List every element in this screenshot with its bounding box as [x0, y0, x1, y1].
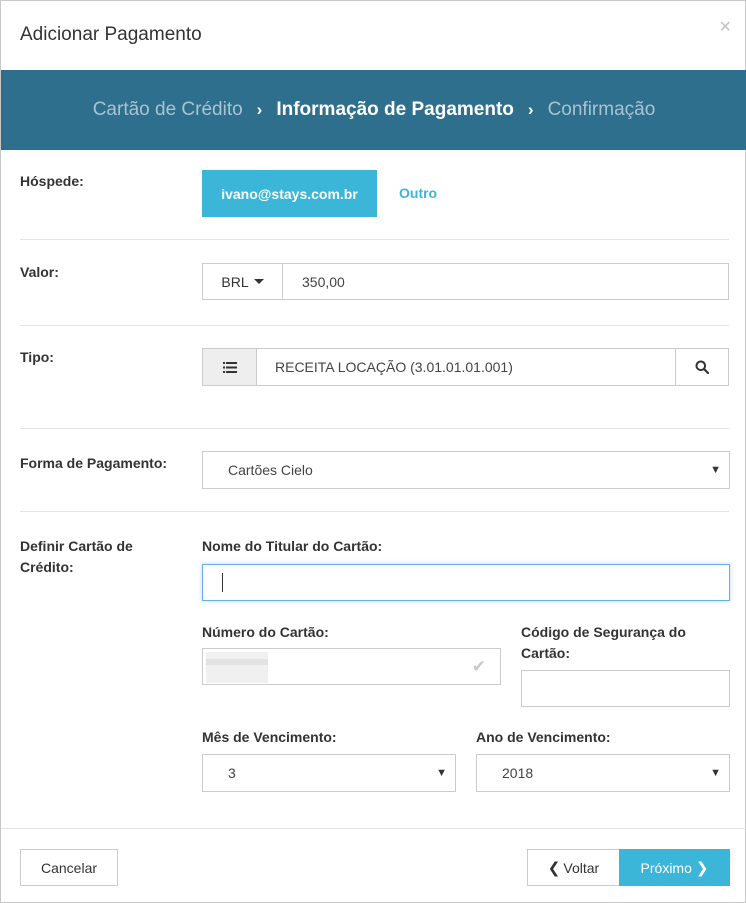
expiry-month-value: 3: [228, 765, 236, 781]
guest-label: Hóspede:: [20, 173, 84, 189]
list-icon[interactable]: [202, 348, 257, 386]
dropdown-arrow-icon: ▼: [710, 767, 721, 779]
holder-name-label: Nome do Titular do Cartão:: [202, 538, 383, 554]
type-value: RECEITA LOCAÇÃO (3.01.01.01.001): [275, 359, 513, 375]
expiry-month-label: Mês de Vencimento:: [202, 729, 337, 745]
payment-modal: Adicionar Pagamento × Cartão de Crédito …: [0, 0, 746, 903]
step-credit-card: Cartão de Crédito: [92, 99, 243, 120]
next-label: Próximo: [640, 859, 692, 876]
expiry-year-label: Ano de Vencimento:: [476, 729, 611, 745]
guest-email-button[interactable]: ivano@stays.com.br: [202, 170, 377, 217]
divider: [20, 325, 729, 326]
search-icon: [695, 360, 709, 374]
close-icon[interactable]: ×: [719, 17, 731, 37]
modal-header: Adicionar Pagamento ×: [1, 1, 746, 70]
expiry-year-value: 2018: [502, 765, 534, 781]
footer-divider: [1, 828, 746, 829]
text-cursor: [222, 573, 223, 592]
step-confirmation: Confirmação: [547, 99, 656, 120]
type-label: Tipo:: [20, 349, 54, 365]
dropdown-arrow-icon: ▼: [436, 767, 447, 779]
chevron-left-icon: ❮: [547, 859, 561, 877]
check-icon: ✔: [471, 657, 486, 676]
cancel-label: Cancelar: [40, 859, 98, 876]
card-number-input[interactable]: ✔: [202, 648, 501, 685]
card-number-label: Número do Cartão:: [202, 624, 329, 640]
payment-method-label: Forma de Pagamento:: [20, 455, 168, 471]
other-guest-link[interactable]: Outro: [399, 185, 437, 201]
security-code-label: Código de Segurança do Cartão:: [521, 624, 686, 661]
wizard-steps: Cartão de Crédito › Informação de Pagame…: [1, 70, 746, 150]
amount-label: Valor:: [20, 264, 59, 280]
step-payment-info: Informação de Pagamento: [276, 99, 514, 120]
type-input[interactable]: RECEITA LOCAÇÃO (3.01.01.01.001): [256, 348, 676, 386]
chevron-right-icon: ›: [256, 100, 263, 119]
currency-value: BRL: [221, 273, 249, 290]
modal-title: Adicionar Pagamento: [20, 24, 202, 45]
card-number-mask: [206, 652, 268, 683]
divider: [20, 511, 729, 512]
holder-name-input[interactable]: [202, 564, 730, 601]
caret-down-icon: [253, 279, 264, 284]
search-button[interactable]: [675, 348, 729, 386]
back-label: Voltar: [563, 859, 600, 876]
chevron-right-icon: ❯: [695, 859, 709, 877]
amount-value: 350,00: [302, 273, 345, 290]
payment-method-select[interactable]: Cartões Cielo ▼: [202, 451, 730, 489]
amount-input[interactable]: 350,00: [282, 263, 729, 300]
payment-method-value: Cartões Cielo: [228, 462, 313, 478]
cancel-button[interactable]: Cancelar: [20, 849, 118, 886]
expiry-year-select[interactable]: 2018 ▼: [476, 754, 730, 792]
security-code-input[interactable]: [521, 670, 730, 707]
back-button[interactable]: ❮ Voltar: [527, 849, 620, 886]
divider: [20, 239, 729, 240]
chevron-right-icon: ›: [527, 100, 534, 119]
expiry-month-select[interactable]: 3 ▼: [202, 754, 456, 792]
divider: [20, 428, 729, 429]
next-button[interactable]: Próximo ❯: [619, 849, 730, 886]
currency-dropdown[interactable]: BRL: [202, 263, 283, 300]
dropdown-arrow-icon: ▼: [710, 464, 721, 476]
credit-card-section-label: Definir Cartão de Crédito:: [20, 538, 133, 575]
